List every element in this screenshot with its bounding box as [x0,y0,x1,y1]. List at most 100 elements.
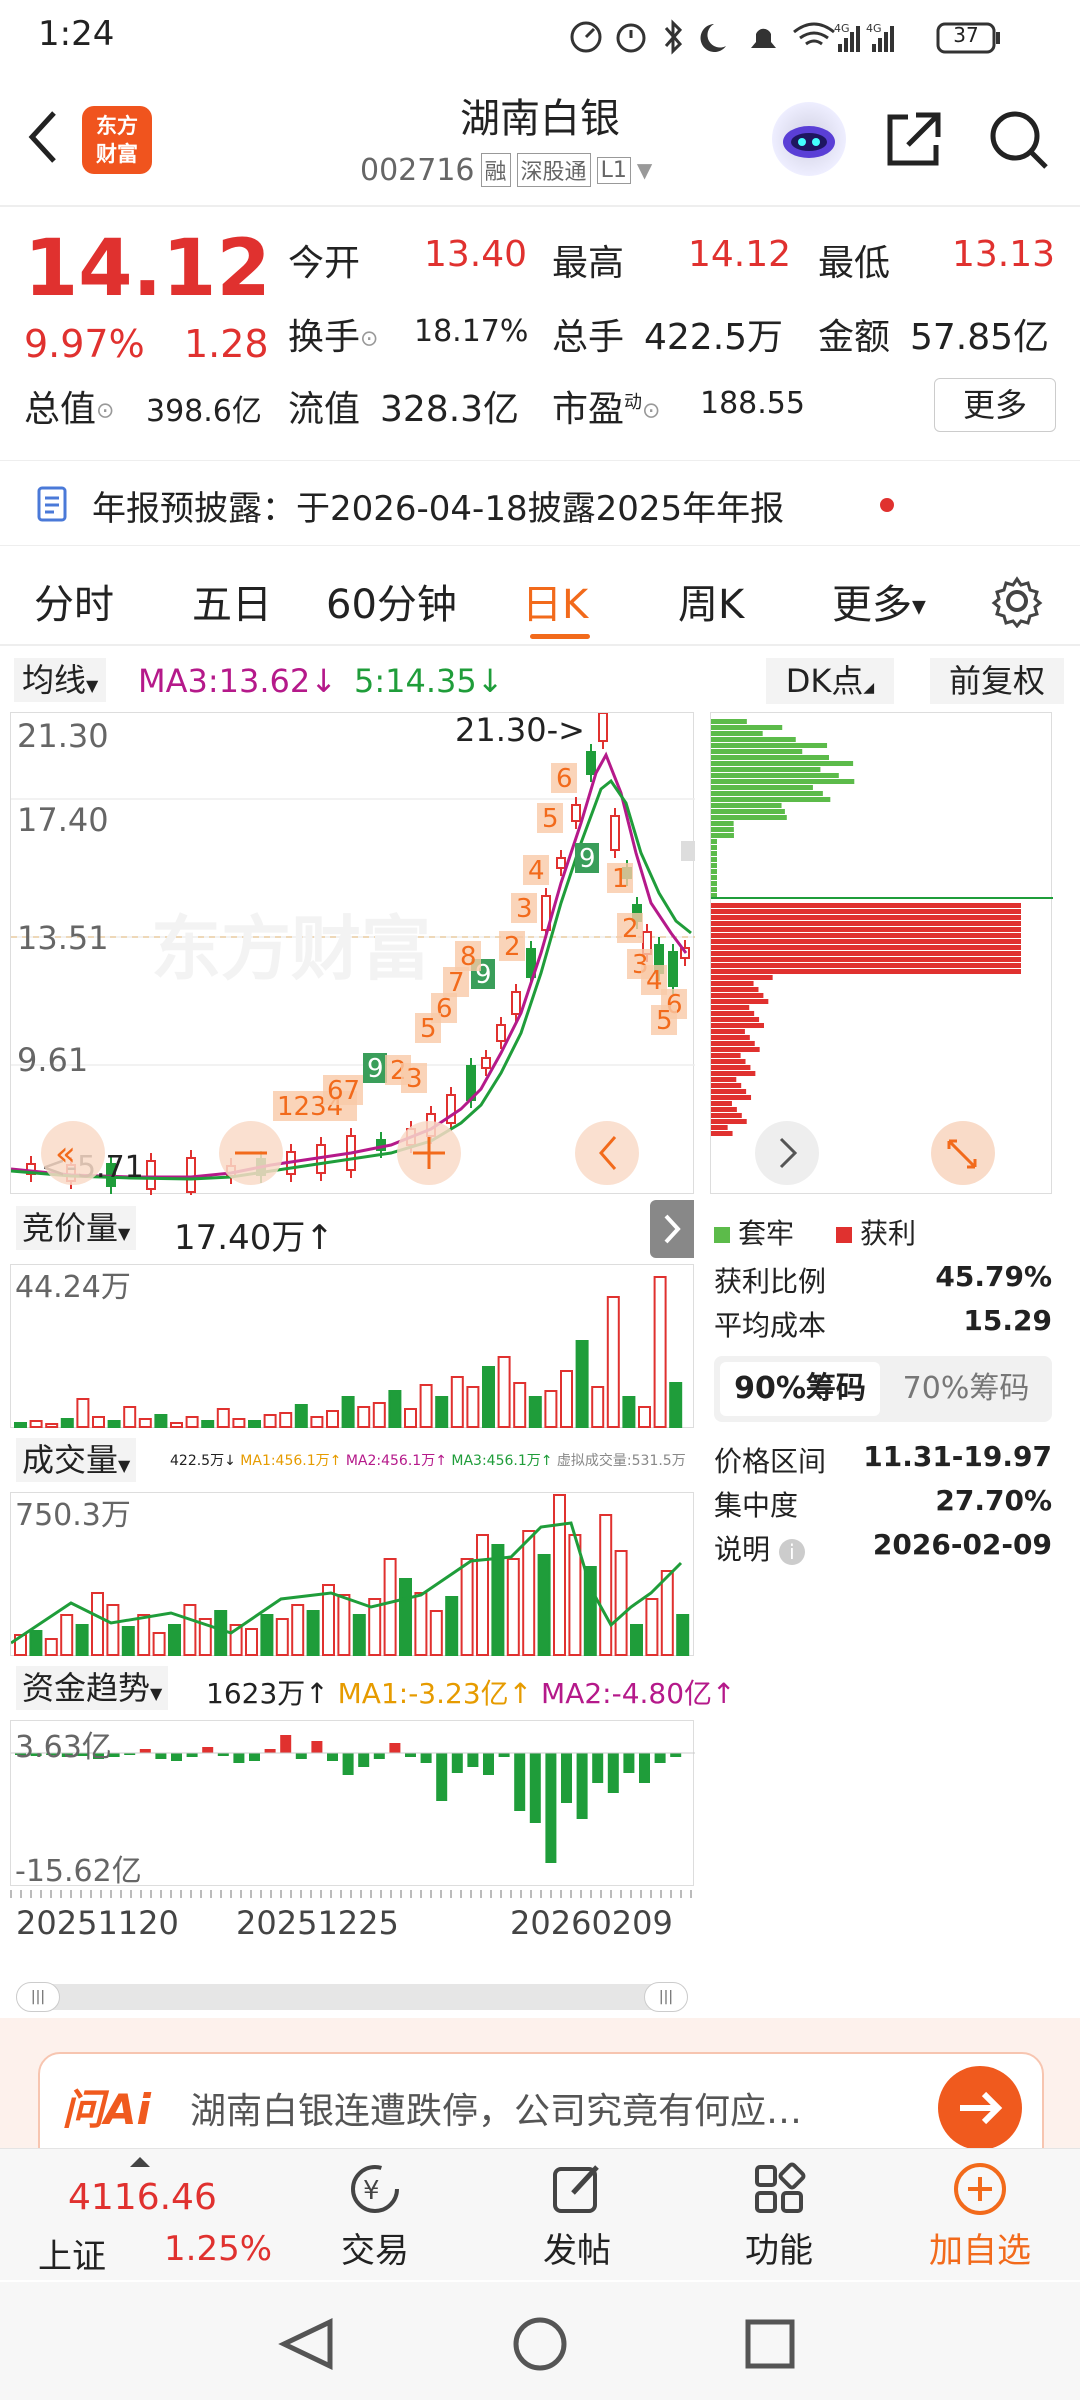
date-tick-ruler [10,1890,694,1898]
quote-panel: 14.12 9.97% 1.28 今开 13.40 最高 14.12 最低 13… [0,210,1080,440]
bid-bar [513,1382,527,1428]
tab-chip-70[interactable]: 70%筹码 [886,1362,1046,1416]
function-button[interactable]: 功能 [724,2159,834,2275]
back-button[interactable] [22,107,62,167]
avg-cost-value: 15.29 [963,1304,1052,1337]
adjust-button[interactable]: 前复权 [930,658,1064,704]
trade-button[interactable]: ¥ 交易 [320,2159,430,2275]
fund-bar [623,1753,635,1773]
candle-body [186,1157,196,1193]
chip-bar-profit [711,1065,751,1070]
ma-selector[interactable]: 均线▼ [14,658,107,702]
bid-bar [419,1384,433,1428]
volume-bar [260,1614,274,1656]
note-label[interactable]: 说明 i [714,1528,805,1568]
info-icon[interactable]: ⊙ [96,399,114,424]
date-label-3: 20260209 [510,1904,673,1942]
bid-bar [185,1416,199,1428]
svg-text:4: 4 [528,856,545,886]
chip-bar-trapped [711,833,734,838]
volume-label: 总手 [552,317,625,358]
bid-bar [216,1408,230,1428]
index-mini-quote[interactable]: 4116.46 上证 1.25% [0,2149,290,2281]
chip-tabs: 90%筹码 70%筹码 [714,1356,1052,1422]
bid-volume-value: 17.40万↑ [174,1218,334,1258]
dk-button[interactable]: DK点◢ [766,658,894,704]
date-label-1: 20251120 [16,1904,179,1942]
chip-bar-profit [711,1131,733,1136]
info-icon[interactable]: ⊙ [360,327,378,352]
bid-bar [528,1396,542,1428]
fund-bar [467,1753,479,1767]
plus-circle-icon [954,2163,1006,2215]
volume-bar [537,1554,551,1656]
tab-more[interactable]: 更多▼ [832,572,926,630]
bid-bar [435,1396,449,1428]
volume-bar [476,1534,489,1656]
share-icon[interactable] [880,107,946,173]
volume-bar [44,1638,58,1656]
volume-selector[interactable]: 成交量▼ [16,1438,137,1482]
volume-bar [429,1610,443,1656]
nav-home-icon[interactable] [513,2317,567,2371]
chip-bar-profit [711,969,1021,974]
volume-bar [445,1596,459,1656]
mcap-value: 398.6亿 [146,394,262,429]
dropdown-icon[interactable]: ▼ [637,158,652,182]
nav-recents-icon[interactable] [745,2319,795,2369]
info-icon[interactable]: ⊙ [642,399,660,424]
bid-bar [45,1423,59,1428]
fund-bar [280,1735,292,1753]
bid-bar [60,1418,74,1428]
price-label-3: 13.51 [17,919,109,957]
collapse-panel-button[interactable] [650,1200,694,1258]
bid-bar [294,1404,308,1428]
add-watchlist-button[interactable]: 加自选 [910,2159,1050,2275]
ai-send-button[interactable] [938,2066,1022,2150]
svg-text:9: 9 [579,844,596,874]
period-tabs: 分时 五日 60分钟 日K 周K 更多▼ [0,556,1080,646]
chip-bar-profit [711,921,1021,926]
tab-five-day[interactable]: 五日 [192,572,272,630]
notice-text: 年报预披露：于2026-04-18披露2025年年报 [92,489,785,529]
tab-weekly-k[interactable]: 周K [678,572,744,630]
chip-bar-trapped [711,827,734,832]
tab-intraday[interactable]: 分时 [34,572,114,630]
chip-bar-trapped [711,785,813,790]
chevron-down-icon: ▼ [118,1224,131,1243]
robot-avatar-icon[interactable] [772,102,846,176]
chip-stats: 套牢 获利 获利比例 45.79% 平均成本 15.29 90%筹码 70%筹码… [710,1208,1060,1568]
tab-daily-k[interactable]: 日K [522,572,588,630]
bid-volume-ymax: 44.24万 [15,1270,131,1305]
last-price: 14.12 [24,224,271,314]
search-icon[interactable] [986,107,1052,173]
fund-bar [514,1753,526,1811]
float-label: 流值 [288,389,361,430]
fund-bar [155,1753,167,1759]
kline-chart[interactable]: 东方财富 21.30 17.40 13.51 9.61 21.30-> <-5.… [10,705,695,1200]
chip-distribution-chart[interactable] [710,712,1053,1194]
svg-text:5: 5 [542,804,559,834]
gear-icon[interactable] [990,574,1044,629]
notice-bar[interactable]: 年报预披露：于2026-04-18披露2025年年报 [0,460,1080,546]
bid-volume-selector[interactable]: 竞价量▼ [16,1206,137,1250]
chip-bar-profit [711,1083,742,1088]
svg-text:5: 5 [656,1006,673,1036]
bid-bar [107,1420,121,1428]
fund-trend-selector[interactable]: 资金趋势▼ [16,1666,169,1710]
price-label-4: 9.61 [17,1041,88,1079]
chip-bar-profit [711,1089,747,1094]
nav-back-icon[interactable] [278,2318,333,2370]
chip-bar-trapped [711,719,747,724]
scrollbar-handle-left[interactable]: ||| [16,1982,60,2012]
tab-60min[interactable]: 60分钟 [326,572,457,630]
tag-connect: 深股通 [516,153,591,187]
scrollbar-handle-right[interactable]: ||| [644,1982,688,2012]
tab-chip-90[interactable]: 90%筹码 [720,1362,880,1416]
fund-bar [451,1753,463,1773]
chart-scrollbar[interactable]: ||| ||| [16,1982,688,2012]
profit-ratio-value: 45.79% [935,1260,1052,1293]
post-button[interactable]: 发帖 [522,2159,632,2275]
more-button[interactable]: 更多 [934,378,1056,432]
volume-bar [460,1558,474,1656]
